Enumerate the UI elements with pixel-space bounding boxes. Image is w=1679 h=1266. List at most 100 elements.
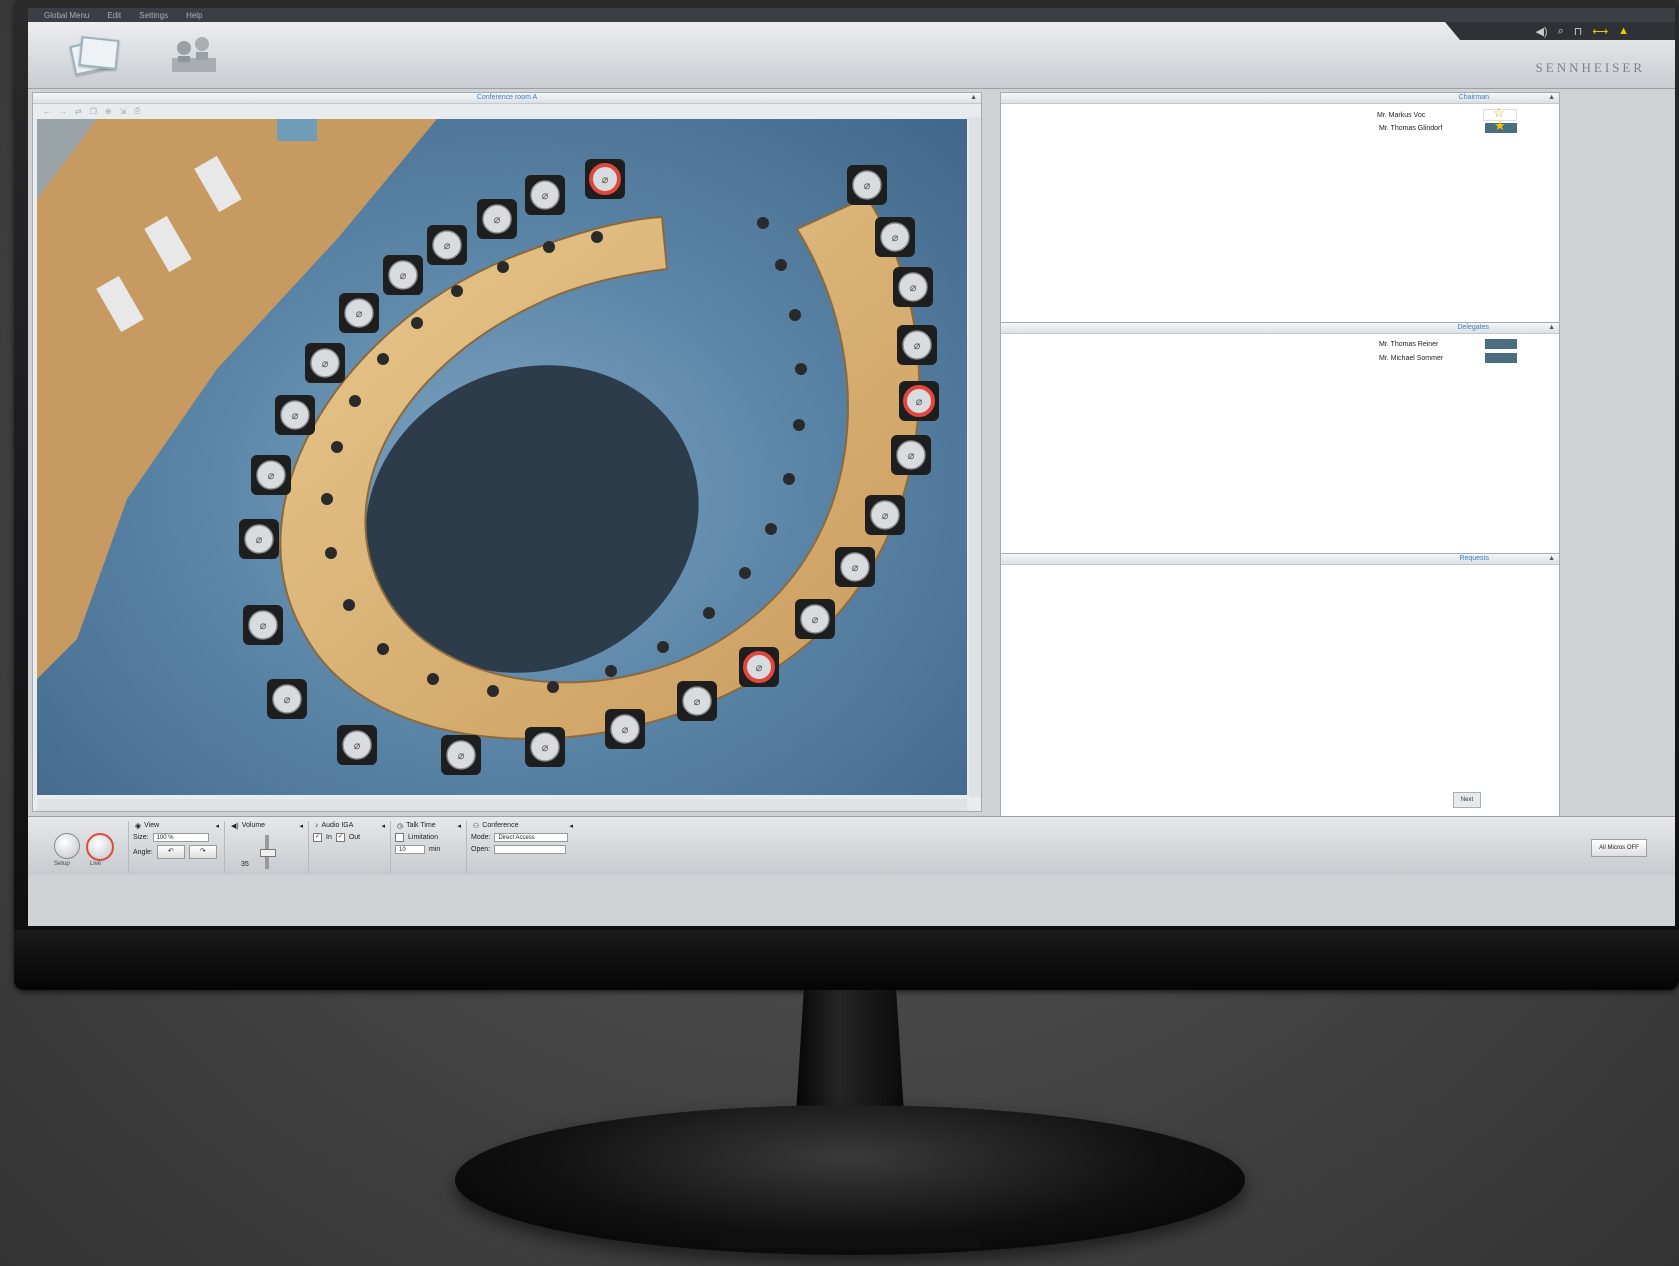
- microphone-icon: ⌀: [292, 409, 299, 422]
- list-item[interactable]: Mr. Thomas Reiner: [1379, 339, 1517, 349]
- chairman-badge[interactable]: ★: [1485, 118, 1517, 133]
- setup-mode-icon: [69, 36, 120, 76]
- microphone-station: [427, 673, 439, 685]
- collapse-icon[interactable]: ▲: [1548, 554, 1555, 564]
- microphone-station: [793, 419, 805, 431]
- setup-mode-button[interactable]: [66, 32, 122, 76]
- talk-time-unit: min: [429, 846, 441, 853]
- microphone-icon: ⌀: [400, 269, 407, 282]
- microphone-icon: ⌀: [354, 739, 361, 752]
- microphone-icon: ⌀: [458, 749, 465, 762]
- chevron-left-icon[interactable]: ◂: [569, 822, 573, 830]
- link-icon[interactable]: ⟷: [1592, 25, 1608, 38]
- microphone-icon: ⌀: [864, 179, 871, 192]
- conference-toolbar: ← → ⇄ ❐ ⊕ ⇲ ⎙: [33, 104, 981, 118]
- microphone-station: [657, 641, 669, 653]
- microphone-icon: ⌀: [444, 239, 451, 252]
- size-select[interactable]: 100 %: [152, 833, 209, 842]
- print-icon[interactable]: ⎙: [134, 106, 140, 116]
- live-button[interactable]: [86, 833, 114, 861]
- volume-group: ◀) Volume ◂ 35: [224, 821, 307, 873]
- microphone-station: [497, 261, 509, 273]
- microphone-icon: ⌀: [260, 619, 267, 632]
- audio-title: Audio IGA: [321, 822, 354, 829]
- vertical-scrollbar[interactable]: [969, 117, 981, 797]
- menu-global[interactable]: Global Menu: [44, 11, 89, 20]
- menu-edit[interactable]: Edit: [107, 11, 121, 20]
- chevron-left-icon[interactable]: ◂: [457, 822, 461, 830]
- live-mode-button[interactable]: [166, 32, 222, 76]
- microphone-station: [321, 493, 333, 505]
- chevron-left-icon[interactable]: ◂: [299, 822, 303, 830]
- next-button[interactable]: Next: [1453, 792, 1481, 808]
- all-micros-off-button[interactable]: All Micros OFF: [1591, 839, 1647, 857]
- warning-icon[interactable]: ▲: [1618, 25, 1629, 37]
- share-icon[interactable]: ⇄: [75, 107, 82, 116]
- live-label: Live: [90, 861, 102, 867]
- person-name: Mr. Michael Sommer: [1379, 354, 1444, 362]
- microphone-station: [411, 317, 423, 329]
- menu-help[interactable]: Help: [186, 11, 202, 20]
- eye-icon: ◉: [135, 822, 142, 830]
- monitor-base: [455, 1105, 1245, 1255]
- delegate-badge[interactable]: [1485, 353, 1517, 363]
- setup-button[interactable]: [54, 833, 80, 859]
- menu-settings[interactable]: Settings: [139, 11, 168, 20]
- collapse-icon[interactable]: ▲: [970, 93, 977, 103]
- mode-select[interactable]: Direct Access: [494, 833, 569, 842]
- microphone-station: [765, 523, 777, 535]
- size-label: Size:: [133, 834, 149, 841]
- microphone-station: [605, 665, 617, 677]
- speaker-icon: ◀): [231, 822, 239, 830]
- back-icon[interactable]: ←: [43, 107, 51, 116]
- audio-in-checkbox[interactable]: ✓: [313, 833, 322, 842]
- audio-out-checkbox[interactable]: ✓: [335, 833, 345, 842]
- list-item[interactable]: Mr. Thomas Glindorf ★: [1379, 118, 1517, 133]
- microphone-icon: ⌀: [914, 339, 921, 352]
- microphone-station: [795, 363, 807, 375]
- microphone-station: [349, 395, 361, 407]
- speaker-icon[interactable]: ◀): [1535, 25, 1547, 38]
- talk-time-input[interactable]: 10: [395, 845, 425, 854]
- microphone-icon: ⌀: [542, 189, 549, 202]
- audio-out-label: Out: [348, 834, 361, 841]
- export-icon[interactable]: ⇲: [120, 107, 127, 116]
- volume-slider-thumb[interactable]: [260, 849, 276, 857]
- microphone-station: [543, 241, 555, 253]
- microphone-icon: ⌀: [542, 741, 549, 754]
- conference-icon: ⚇: [473, 822, 480, 830]
- collapse-icon[interactable]: ▲: [1548, 323, 1555, 333]
- delegate-badge[interactable]: [1485, 339, 1517, 349]
- room-floorplan: ⌀ ⌀ ⌀ ⌀ ⌀ ⌀ ⌀ ⌀ ⌀ ⌀ ⌀ ⌀ ⌀ ⌀ ⌀ ⌀ ⌀ ⌀ ⌀ ⌀ ⌀ ⌀ ⌀ ⌀ ⌀ ⌀ ⌀: [37, 119, 939, 775]
- angle-label: Angle:: [133, 848, 153, 856]
- horizontal-scrollbar[interactable]: [37, 799, 967, 811]
- delegates-panel-header: Delegates ▲: [1001, 323, 1559, 334]
- person-name: Mr. Thomas Reiner: [1379, 340, 1439, 348]
- monitor-bezel: [14, 930, 1679, 990]
- microphone-station: [451, 285, 463, 297]
- rotate-right-button[interactable]: ↷: [188, 845, 217, 859]
- zoom-icon[interactable]: ⊕: [105, 107, 112, 116]
- conference-title: Conference room A: [476, 94, 538, 101]
- control-bar: Setup Live ◉ View ◂ Size: 100 % Angle: ↶ ↷…: [28, 816, 1675, 875]
- list-item[interactable]: Mr. Michael Sommer: [1379, 353, 1517, 363]
- microphone-icon: ⌀: [916, 395, 923, 408]
- star-icon: ★: [1494, 118, 1506, 133]
- chevron-left-icon[interactable]: ◂: [215, 822, 219, 830]
- forward-icon[interactable]: →: [59, 107, 67, 116]
- microphone-icon: ⌀: [322, 357, 329, 370]
- limitation-checkbox[interactable]: [395, 833, 404, 842]
- open-label: Open:: [471, 846, 491, 853]
- requests-title: Requests: [1459, 555, 1489, 562]
- collapse-icon[interactable]: ▲: [1548, 93, 1555, 103]
- live-mode-icon: [172, 37, 216, 72]
- chevron-left-icon[interactable]: ◂: [381, 822, 385, 830]
- microphone-station: [703, 607, 715, 619]
- open-slider[interactable]: [494, 845, 567, 854]
- rotate-left-button[interactable]: ↶: [156, 845, 185, 859]
- copy-icon[interactable]: ❐: [90, 107, 97, 116]
- microphone-icon: ⌀: [908, 449, 915, 462]
- conference-room-view[interactable]: ⌀ ⌀ ⌀ ⌀ ⌀ ⌀ ⌀ ⌀ ⌀ ⌀ ⌀ ⌀ ⌀ ⌀ ⌀ ⌀ ⌀ ⌀ ⌀ ⌀ ⌀ ⌀ ⌀ ⌀ ⌀ ⌀ ⌀: [37, 119, 967, 795]
- lock-icon[interactable]: ⊓: [1574, 25, 1583, 38]
- search-icon[interactable]: ⌕: [1558, 25, 1564, 38]
